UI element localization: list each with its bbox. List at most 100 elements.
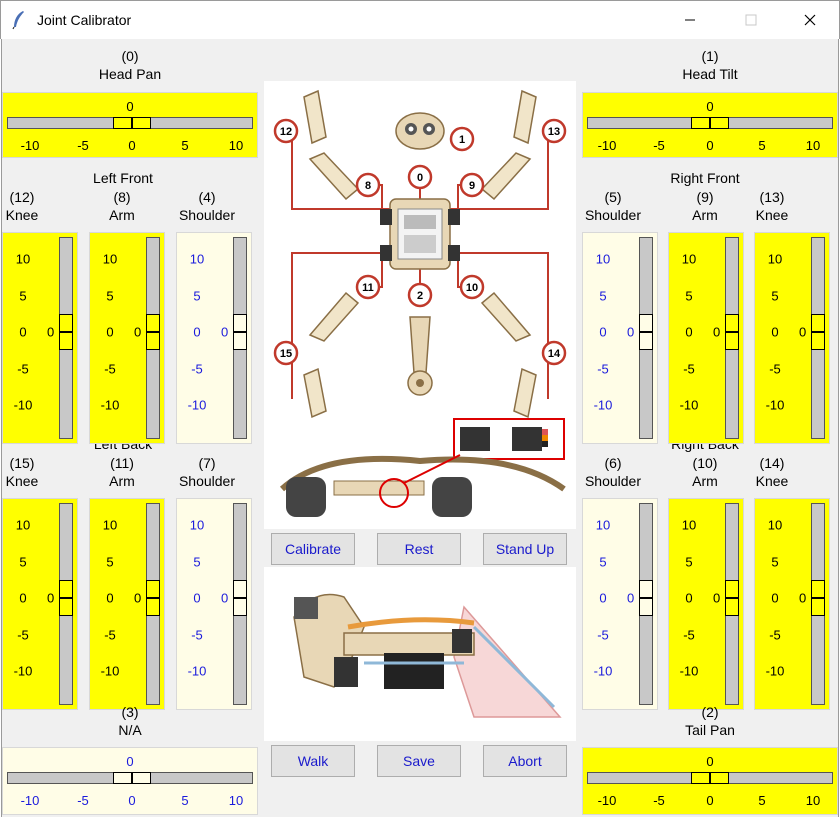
tick-label: -10 bbox=[597, 793, 617, 808]
tick-label: -10 bbox=[187, 397, 207, 413]
close-icon bbox=[804, 14, 816, 26]
tick-label: 5 bbox=[106, 554, 114, 570]
tick-label: -5 bbox=[17, 361, 29, 377]
lf-knee-value: 0 bbox=[47, 324, 55, 340]
rb-arm-label: Arm bbox=[692, 473, 718, 489]
tick-label: 0 bbox=[106, 590, 114, 606]
tick-label: 5 bbox=[193, 288, 201, 304]
rb-shoulder-scale[interactable]: 10 5 0 -5 -10 0 bbox=[582, 498, 658, 710]
lf-knee-index: (12) bbox=[9, 189, 35, 205]
lf-arm-label: Arm bbox=[109, 207, 135, 223]
rb-arm-scale[interactable]: 10 5 0 -5 -10 0 bbox=[668, 498, 744, 710]
servo-badge-12: 12 bbox=[273, 118, 299, 144]
tick-label: 5 bbox=[771, 554, 779, 570]
tick-label: -10 bbox=[593, 663, 613, 679]
lf-shoulder-label: Shoulder bbox=[178, 207, 236, 223]
rf-knee-scale[interactable]: 10 5 0 -5 -10 0 bbox=[754, 232, 830, 444]
robot-side-view-diagram bbox=[264, 567, 576, 741]
minimize-button[interactable] bbox=[667, 1, 713, 39]
servo-badge-8: 8 bbox=[355, 172, 381, 198]
tick-label: -5 bbox=[191, 627, 203, 643]
scale-slider-handle[interactable] bbox=[725, 580, 739, 616]
tick-label: 0 bbox=[685, 324, 693, 340]
rb-knee-index: (14) bbox=[759, 455, 785, 471]
close-button[interactable] bbox=[787, 1, 833, 39]
maximize-icon bbox=[745, 14, 757, 26]
head-pan-scale[interactable]: 0 -10 -5 0 5 10 bbox=[2, 92, 258, 158]
tick-label: -5 bbox=[17, 627, 29, 643]
head-tilt-label: Head Tilt bbox=[682, 66, 738, 82]
lf-arm-index: (8) bbox=[113, 189, 131, 205]
abort-button[interactable]: Abort bbox=[483, 745, 567, 777]
tick-label: -10 bbox=[100, 397, 120, 413]
tick-label: 10 bbox=[767, 517, 783, 533]
rest-button[interactable]: Rest bbox=[377, 533, 461, 565]
tick-label: -5 bbox=[683, 627, 695, 643]
lf-shoulder-scale[interactable]: 10 5 0 -5 -10 0 bbox=[176, 232, 252, 444]
tick-label: -10 bbox=[593, 397, 613, 413]
svg-text:12: 12 bbox=[280, 126, 292, 138]
svg-text:8: 8 bbox=[365, 180, 371, 192]
rf-shoulder-scale[interactable]: 10 5 0 -5 -10 0 bbox=[582, 232, 658, 444]
scale-slider-handle[interactable] bbox=[233, 580, 247, 616]
lb-shoulder-scale[interactable]: 10 5 0 -5 -10 0 bbox=[176, 498, 252, 710]
scale-slider-handle[interactable] bbox=[59, 580, 73, 616]
rb-knee-scale[interactable]: 10 5 0 -5 -10 0 bbox=[754, 498, 830, 710]
tick-label: -5 bbox=[597, 627, 609, 643]
save-button[interactable]: Save bbox=[377, 745, 461, 777]
tick-label: -10 bbox=[20, 138, 40, 153]
title-bar: Joint Calibrator bbox=[0, 0, 840, 39]
rf-shoulder-label: Shoulder bbox=[584, 207, 642, 223]
rf-arm-scale[interactable]: 10 5 0 -5 -10 0 bbox=[668, 232, 744, 444]
scale-slider-handle[interactable] bbox=[146, 580, 160, 616]
tick-label: 10 bbox=[102, 517, 118, 533]
walk-button[interactable]: Walk bbox=[271, 745, 355, 777]
na-label: N/A bbox=[118, 722, 142, 738]
lb-knee-scale[interactable]: 10 5 0 -5 -10 0 bbox=[2, 498, 78, 710]
tick-label: 10 bbox=[595, 251, 611, 267]
rf-shoulder-index: (5) bbox=[604, 189, 622, 205]
minimize-icon bbox=[685, 19, 695, 21]
lf-knee-scale[interactable]: 10 5 0 -5 -10 0 bbox=[2, 232, 78, 444]
head-pan-index: (0) bbox=[121, 48, 139, 64]
scale-slider-handle[interactable] bbox=[639, 580, 653, 616]
lf-shoulder-value: 0 bbox=[221, 324, 229, 340]
tick-label: 10 bbox=[228, 793, 244, 808]
scale-slider-handle[interactable] bbox=[691, 772, 729, 784]
head-tilt-scale[interactable]: 0 -10 -5 0 5 10 bbox=[582, 92, 838, 158]
servo-badge-9: 9 bbox=[459, 172, 485, 198]
scale-slider-handle[interactable] bbox=[59, 314, 73, 350]
svg-text:2: 2 bbox=[417, 290, 423, 302]
scale-slider-handle[interactable] bbox=[113, 772, 151, 784]
tick-label: -5 bbox=[769, 627, 781, 643]
scale-slider-handle[interactable] bbox=[146, 314, 160, 350]
scale-slider-handle[interactable] bbox=[639, 314, 653, 350]
na-index: (3) bbox=[121, 704, 139, 720]
tick-label: 0 bbox=[106, 324, 114, 340]
svg-text:11: 11 bbox=[362, 282, 374, 294]
scale-slider-handle[interactable] bbox=[113, 117, 151, 129]
lb-arm-scale[interactable]: 10 5 0 -5 -10 0 bbox=[89, 498, 165, 710]
stand-up-button[interactable]: Stand Up bbox=[483, 533, 567, 565]
tick-label: 0 bbox=[706, 793, 714, 808]
na-scale[interactable]: 0 -10 -5 0 5 10 bbox=[2, 747, 258, 815]
calibrate-button[interactable]: Calibrate bbox=[271, 533, 355, 565]
scale-slider-handle[interactable] bbox=[233, 314, 247, 350]
servo-badge-13: 13 bbox=[541, 118, 567, 144]
tick-label: -10 bbox=[679, 397, 699, 413]
lb-shoulder-value: 0 bbox=[221, 590, 229, 606]
scale-slider-handle[interactable] bbox=[811, 314, 825, 350]
tail-pan-scale[interactable]: 0 -10 -5 0 5 10 bbox=[582, 747, 838, 815]
maximize-button[interactable] bbox=[728, 1, 774, 39]
robot-top-view-diagram: 0 1 2 8 9 10 11 12 13 14 15 bbox=[264, 81, 576, 529]
tick-label: -10 bbox=[765, 397, 785, 413]
rb-knee-label: Knee bbox=[755, 473, 789, 489]
tick-label: -5 bbox=[104, 361, 116, 377]
scale-slider-handle[interactable] bbox=[725, 314, 739, 350]
servo-badge-2: 2 bbox=[407, 282, 433, 308]
lf-arm-scale[interactable]: 10 5 0 -5 -10 0 bbox=[89, 232, 165, 444]
right-front-group-label: Right Front bbox=[670, 170, 740, 186]
scale-slider-handle[interactable] bbox=[811, 580, 825, 616]
scale-slider-handle[interactable] bbox=[691, 117, 729, 129]
tick-label: 0 bbox=[771, 324, 779, 340]
